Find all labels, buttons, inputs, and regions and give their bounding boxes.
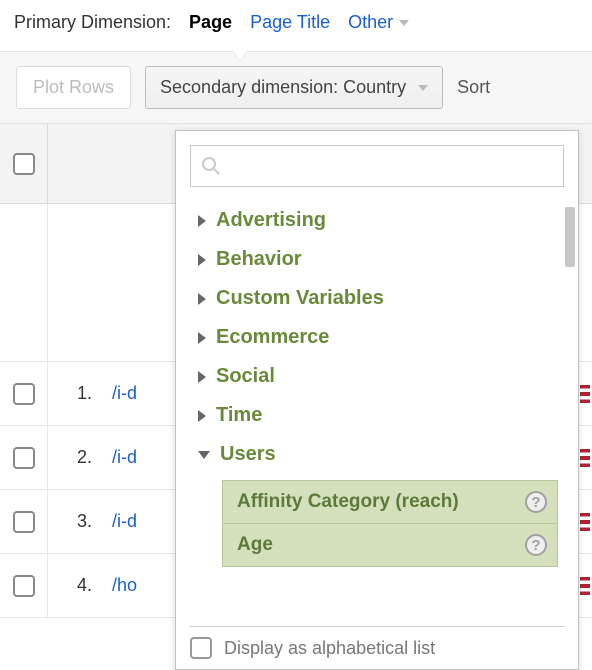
help-icon[interactable]: ? (525, 534, 547, 556)
row-index: 2. (48, 447, 98, 468)
category-custom-variables[interactable]: Custom Variables (198, 279, 564, 318)
chevron-down-icon (418, 85, 428, 91)
toolbar: Plot Rows Secondary dimension: Country S… (0, 52, 592, 124)
category-advertising[interactable]: Advertising (198, 201, 564, 240)
chevron-right-icon (198, 254, 206, 266)
select-all-cell (0, 124, 48, 203)
dropdown-footer: Display as alphabetical list (190, 626, 564, 659)
primary-dimension-row: Primary Dimension: Page Page Title Other (0, 0, 592, 52)
row-checkbox[interactable] (13, 447, 35, 469)
primary-dim-page-title[interactable]: Page Title (250, 12, 330, 33)
category-label: Advertising (216, 209, 326, 232)
sort-label-truncated[interactable]: Sort (457, 77, 490, 98)
chevron-right-icon (198, 293, 206, 305)
dimension-label: Affinity Category (reach) (237, 491, 459, 512)
category-label: Behavior (216, 248, 302, 271)
chevron-right-icon (198, 332, 206, 344)
category-ecommerce[interactable]: Ecommerce (198, 318, 564, 357)
scrollbar-thumb[interactable] (565, 207, 575, 267)
row-page-link[interactable]: /i-d (98, 383, 137, 404)
category-label: Ecommerce (216, 326, 329, 349)
plot-rows-button[interactable]: Plot Rows (16, 66, 131, 109)
category-social[interactable]: Social (198, 357, 564, 396)
category-behavior[interactable]: Behavior (198, 240, 564, 279)
dimension-search[interactable] (190, 145, 564, 187)
chevron-right-icon (198, 215, 206, 227)
chevron-down-icon (399, 20, 409, 26)
secondary-dimension-panel: Advertising Behavior Custom Variables Ec… (175, 130, 579, 670)
row-page-link[interactable]: /i-d (98, 447, 137, 468)
search-icon (201, 156, 221, 176)
help-icon[interactable]: ? (525, 491, 547, 513)
users-sub-list: Affinity Category (reach) ? Age ? (222, 480, 558, 567)
category-time[interactable]: Time (198, 396, 564, 435)
row-checkbox[interactable] (13, 383, 35, 405)
category-label: Time (216, 404, 262, 427)
primary-dim-other-label: Other (348, 12, 393, 33)
dimension-category-list: Advertising Behavior Custom Variables Ec… (176, 201, 578, 618)
alphabetical-label: Display as alphabetical list (224, 638, 435, 659)
flag-icon (580, 385, 590, 403)
alphabetical-checkbox[interactable] (190, 637, 212, 659)
secondary-dimension-dropdown[interactable]: Secondary dimension: Country (145, 66, 443, 109)
category-label: Users (220, 443, 276, 466)
flag-icon (580, 513, 590, 531)
dimension-label: Age (237, 534, 273, 555)
category-label: Custom Variables (216, 287, 384, 310)
dimension-age[interactable]: Age ? (223, 524, 557, 566)
dimension-affinity-category[interactable]: Affinity Category (reach) ? (223, 481, 557, 524)
category-users[interactable]: Users (198, 435, 564, 474)
flag-icon (580, 577, 590, 595)
chevron-right-icon (198, 371, 206, 383)
category-label: Social (216, 365, 275, 388)
row-index: 4. (48, 575, 98, 596)
dimension-search-input[interactable] (229, 156, 553, 176)
primary-dim-other[interactable]: Other (348, 12, 409, 33)
row-index: 1. (48, 383, 98, 404)
row-index: 3. (48, 511, 98, 532)
row-page-link[interactable]: /ho (98, 575, 137, 596)
chevron-down-icon (198, 451, 210, 459)
select-all-checkbox[interactable] (13, 153, 35, 175)
row-checkbox[interactable] (13, 511, 35, 533)
primary-dim-page[interactable]: Page (189, 12, 232, 33)
secondary-dimension-label: Secondary dimension: Country (160, 77, 406, 98)
row-checkbox[interactable] (13, 575, 35, 597)
active-tab-caret-icon (232, 50, 248, 60)
flag-icon (580, 449, 590, 467)
row-page-link[interactable]: /i-d (98, 511, 137, 532)
primary-dimension-label: Primary Dimension: (14, 12, 171, 33)
chevron-right-icon (198, 410, 206, 422)
